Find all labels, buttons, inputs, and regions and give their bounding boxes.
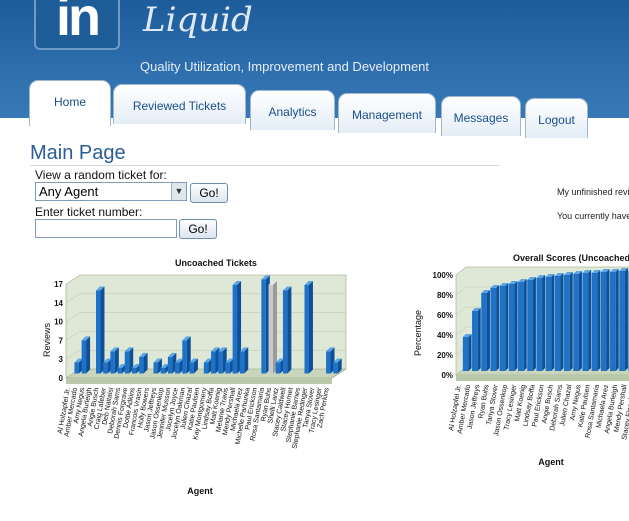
chevron-down-icon[interactable]: ▼ [171, 183, 186, 200]
title-divider [30, 165, 500, 166]
ticket-number-go-button[interactable]: Go! [179, 219, 217, 239]
current-status-text: You currently have [557, 211, 629, 221]
tab-messages[interactable]: Messages [441, 96, 521, 136]
random-ticket-label: View a random ticket for: [35, 168, 167, 182]
chart1-title: Uncoached Tickets [175, 258, 257, 268]
unfinished-reviews-text: My unfinished revie [557, 187, 629, 197]
nav-tabs: Home Reviewed Tickets Analytics Manageme… [0, 0, 629, 138]
ticket-number-input[interactable] [35, 219, 177, 238]
tab-logout[interactable]: Logout [525, 98, 588, 138]
tab-home[interactable]: Home [29, 80, 111, 126]
tab-reviewed-tickets[interactable]: Reviewed Tickets [113, 84, 246, 124]
agent-select-value: Any Agent [39, 184, 99, 199]
chart2-title: Overall Scores (Uncoached) [513, 253, 629, 263]
random-ticket-go-button[interactable]: Go! [190, 183, 228, 203]
ticket-number-label: Enter ticket number: [35, 205, 143, 219]
tab-management[interactable]: Management [338, 93, 436, 133]
tab-analytics[interactable]: Analytics [250, 90, 335, 130]
agent-select[interactable]: Any Agent ▼ [35, 182, 187, 201]
page-title: Main Page [30, 142, 126, 164]
